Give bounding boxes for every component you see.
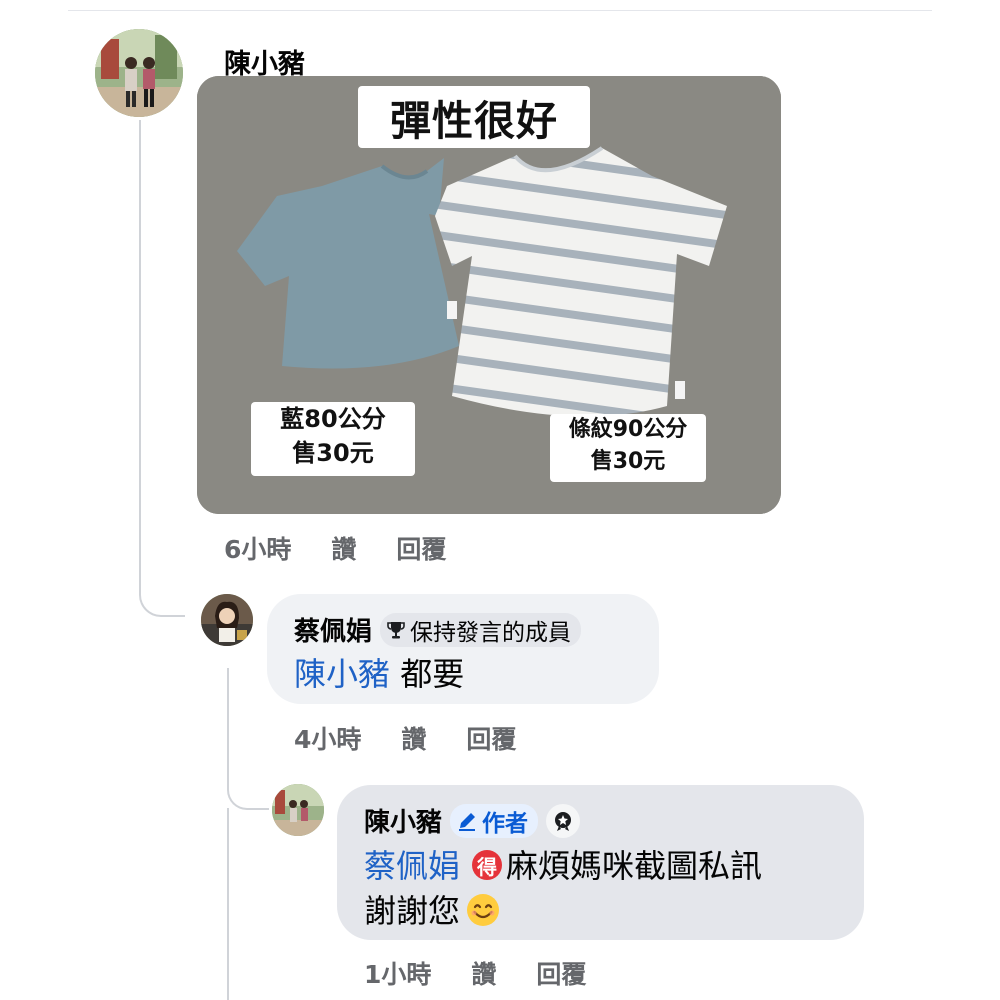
- smiling-face-emoji-icon: [467, 894, 500, 926]
- top-divider: [68, 10, 932, 11]
- author-badge[interactable]: 作者: [450, 803, 539, 838]
- photo-tag-blue-price: 售30元: [292, 439, 374, 467]
- reply1-meta-row: 4小時 讚 回覆: [294, 720, 556, 756]
- photo-tag-blue: 藍80公分 售30元: [251, 402, 415, 476]
- comment-body-line2: 謝謝您: [364, 892, 461, 930]
- reply-button[interactable]: 回覆: [536, 960, 586, 989]
- author-badge-label: 作者: [482, 810, 529, 837]
- reply-button[interactable]: 回覆: [466, 725, 516, 754]
- photo-tag-stripe-price: 售30元: [590, 449, 666, 474]
- photo-tag-stripe-size: 條紋90公分: [568, 417, 688, 442]
- member-badge[interactable]: 保持發言的成員: [380, 612, 582, 647]
- comment-header: 陳小豬 作者: [364, 802, 581, 839]
- comment-text: 陳小豬 都要: [294, 649, 464, 695]
- comment-author-name[interactable]: 蔡佩娟: [294, 611, 372, 648]
- comment-text-line1: 蔡佩娟得麻煩媽咪截圖私訊: [364, 841, 762, 887]
- reply-button[interactable]: 回覆: [396, 535, 446, 564]
- mention-link[interactable]: 陳小豬: [294, 655, 390, 693]
- award-badge[interactable]: [546, 803, 581, 838]
- award-badge-icon: [555, 811, 572, 831]
- thread-line-continue: [227, 808, 229, 1000]
- de-emoji-icon: 得: [472, 850, 503, 880]
- reply2-meta-row: 1小時 讚 回覆: [364, 955, 626, 991]
- comment-text-line2: 謝謝您: [364, 886, 500, 932]
- comment-body-line1: 麻煩媽咪截圖私訊: [506, 847, 763, 885]
- member-badge-label: 保持發言的成員: [410, 619, 572, 646]
- photo-title-label: 彈性很好: [358, 86, 590, 148]
- like-button[interactable]: 讚: [401, 725, 426, 754]
- avatar[interactable]: [95, 29, 183, 117]
- post-meta-row: 6小時 讚 回覆: [224, 530, 486, 566]
- pencil-icon: [459, 812, 476, 831]
- like-button[interactable]: 讚: [331, 535, 356, 564]
- comment-author-name[interactable]: 陳小豬: [364, 802, 442, 839]
- thread-line-reply: [227, 668, 269, 810]
- thread-line-main: [139, 120, 185, 617]
- mention-link[interactable]: 蔡佩娟: [364, 847, 460, 885]
- avatar[interactable]: [272, 784, 324, 836]
- comment-timestamp[interactable]: 1小時: [364, 960, 431, 989]
- trophy-icon: [387, 621, 405, 638]
- comment-header: 蔡佩娟 保持發言的成員: [294, 611, 582, 648]
- photo-tag-blue-size: 藍80公分: [280, 405, 386, 433]
- avatar[interactable]: [201, 594, 253, 646]
- comment-body: 都要: [400, 655, 465, 693]
- post-timestamp[interactable]: 6小時: [224, 535, 291, 564]
- like-button[interactable]: 讚: [471, 960, 496, 989]
- photo-tag-stripe: 條紋90公分 售30元: [550, 414, 706, 482]
- comment-timestamp[interactable]: 4小時: [294, 725, 361, 754]
